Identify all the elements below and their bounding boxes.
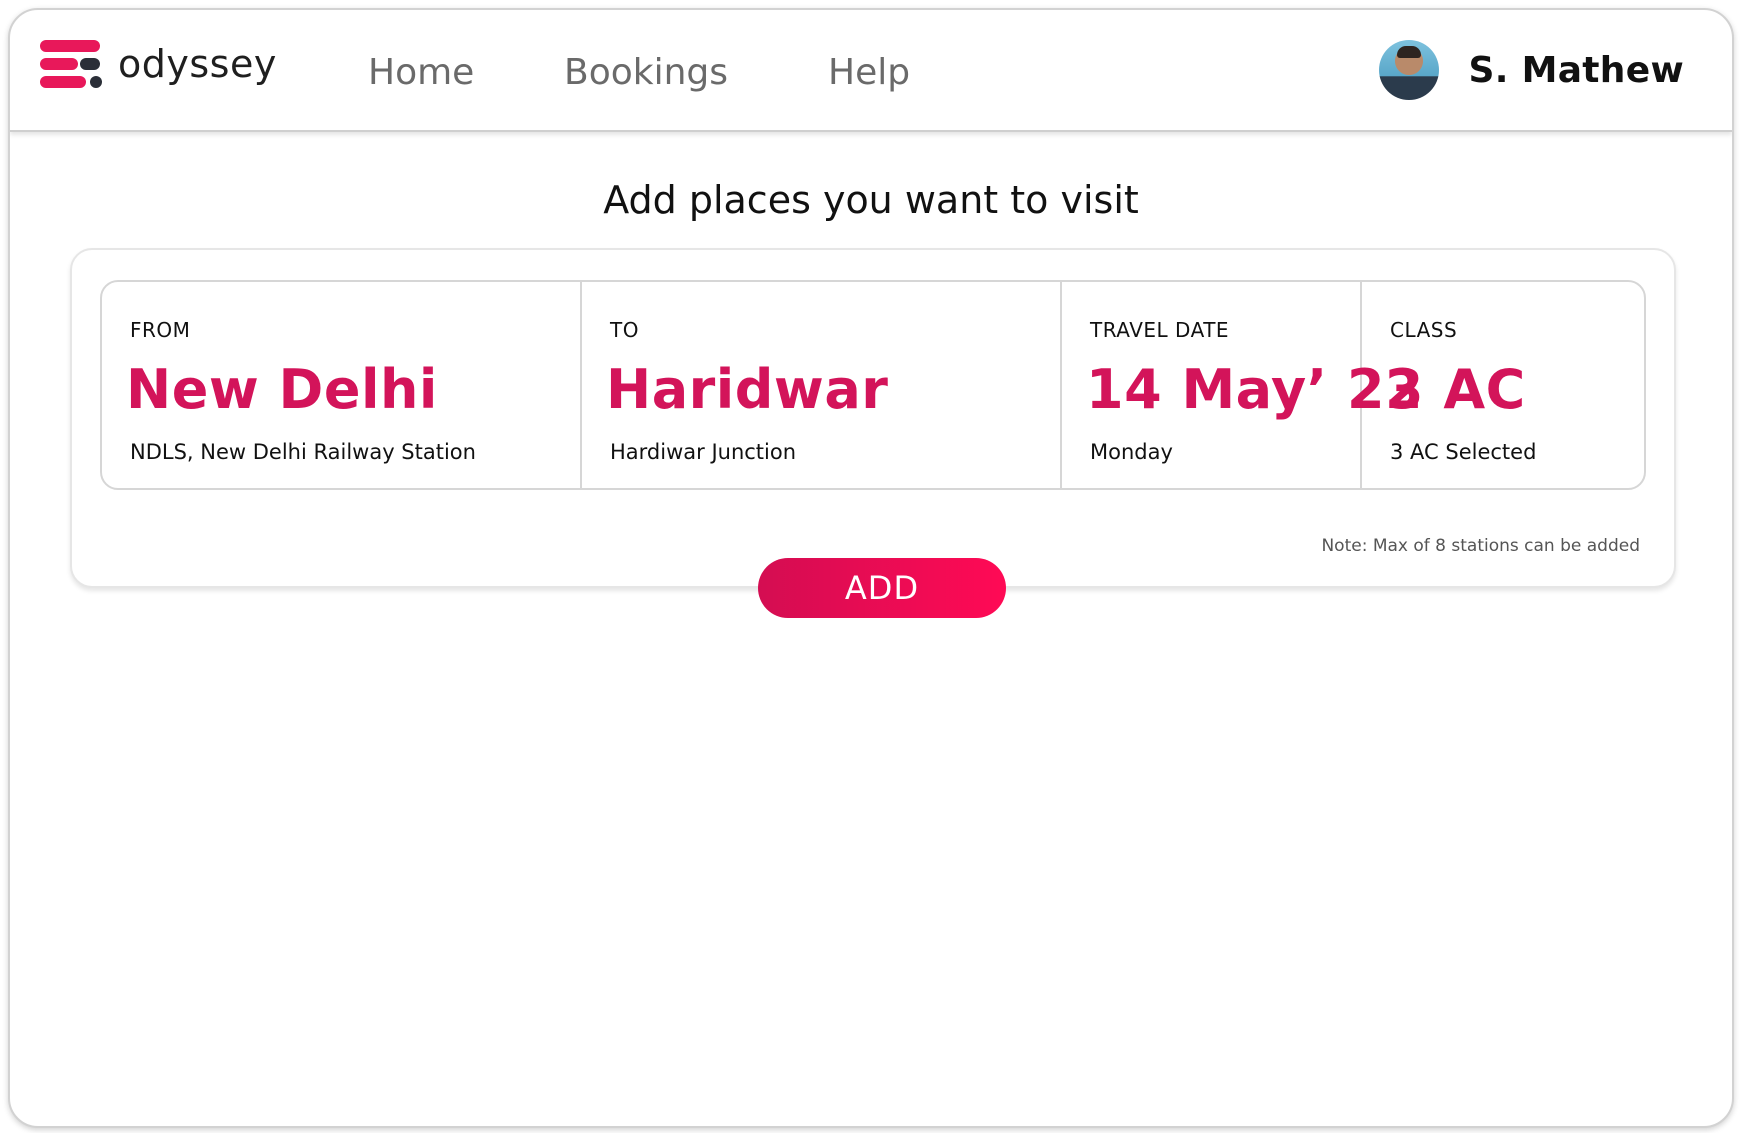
- nav-home[interactable]: Home: [368, 52, 474, 93]
- class-field[interactable]: CLASS 3 AC 3 AC Selected: [1362, 282, 1644, 488]
- app-window: odyssey Home Bookings Help S. Mathew Add…: [8, 8, 1734, 1128]
- trip-search-card: FROM New Delhi NDLS, New Delhi Railway S…: [70, 248, 1676, 588]
- user-profile[interactable]: S. Mathew: [1378, 40, 1684, 100]
- brand-logo[interactable]: odyssey: [40, 40, 277, 88]
- nav-bookings[interactable]: Bookings: [564, 52, 728, 93]
- odyssey-logo-icon: [40, 40, 102, 88]
- to-city: Haridwar: [606, 358, 889, 421]
- trip-fields: FROM New Delhi NDLS, New Delhi Railway S…: [100, 280, 1646, 490]
- add-button[interactable]: ADD: [758, 558, 1006, 618]
- travel-day: Monday: [1090, 440, 1173, 464]
- class-label: CLASS: [1390, 318, 1458, 342]
- from-city: New Delhi: [126, 358, 438, 421]
- to-station: Hardiwar Junction: [610, 440, 797, 464]
- class-selected-text: 3 AC Selected: [1390, 440, 1537, 464]
- avatar[interactable]: [1378, 40, 1439, 100]
- user-name: S. Mathew: [1468, 49, 1684, 91]
- nav-help[interactable]: Help: [828, 52, 910, 93]
- from-field[interactable]: FROM New Delhi NDLS, New Delhi Railway S…: [102, 282, 582, 488]
- to-field[interactable]: TO Haridwar Hardiwar Junction: [582, 282, 1062, 488]
- page-title: Add places you want to visit: [603, 178, 1139, 222]
- travel-date-field[interactable]: TRAVEL DATE 14 May’ 22 Monday: [1062, 282, 1423, 488]
- from-station: NDLS, New Delhi Railway Station: [130, 440, 476, 464]
- class-value: 3 AC: [1386, 358, 1526, 421]
- max-stations-note: Note: Max of 8 stations can be added: [1321, 536, 1640, 556]
- to-label: TO: [610, 318, 639, 342]
- top-navbar: odyssey Home Bookings Help S. Mathew: [10, 10, 1732, 132]
- brand-name: odyssey: [118, 42, 277, 86]
- travel-date-label: TRAVEL DATE: [1090, 318, 1230, 342]
- from-label: FROM: [130, 318, 191, 342]
